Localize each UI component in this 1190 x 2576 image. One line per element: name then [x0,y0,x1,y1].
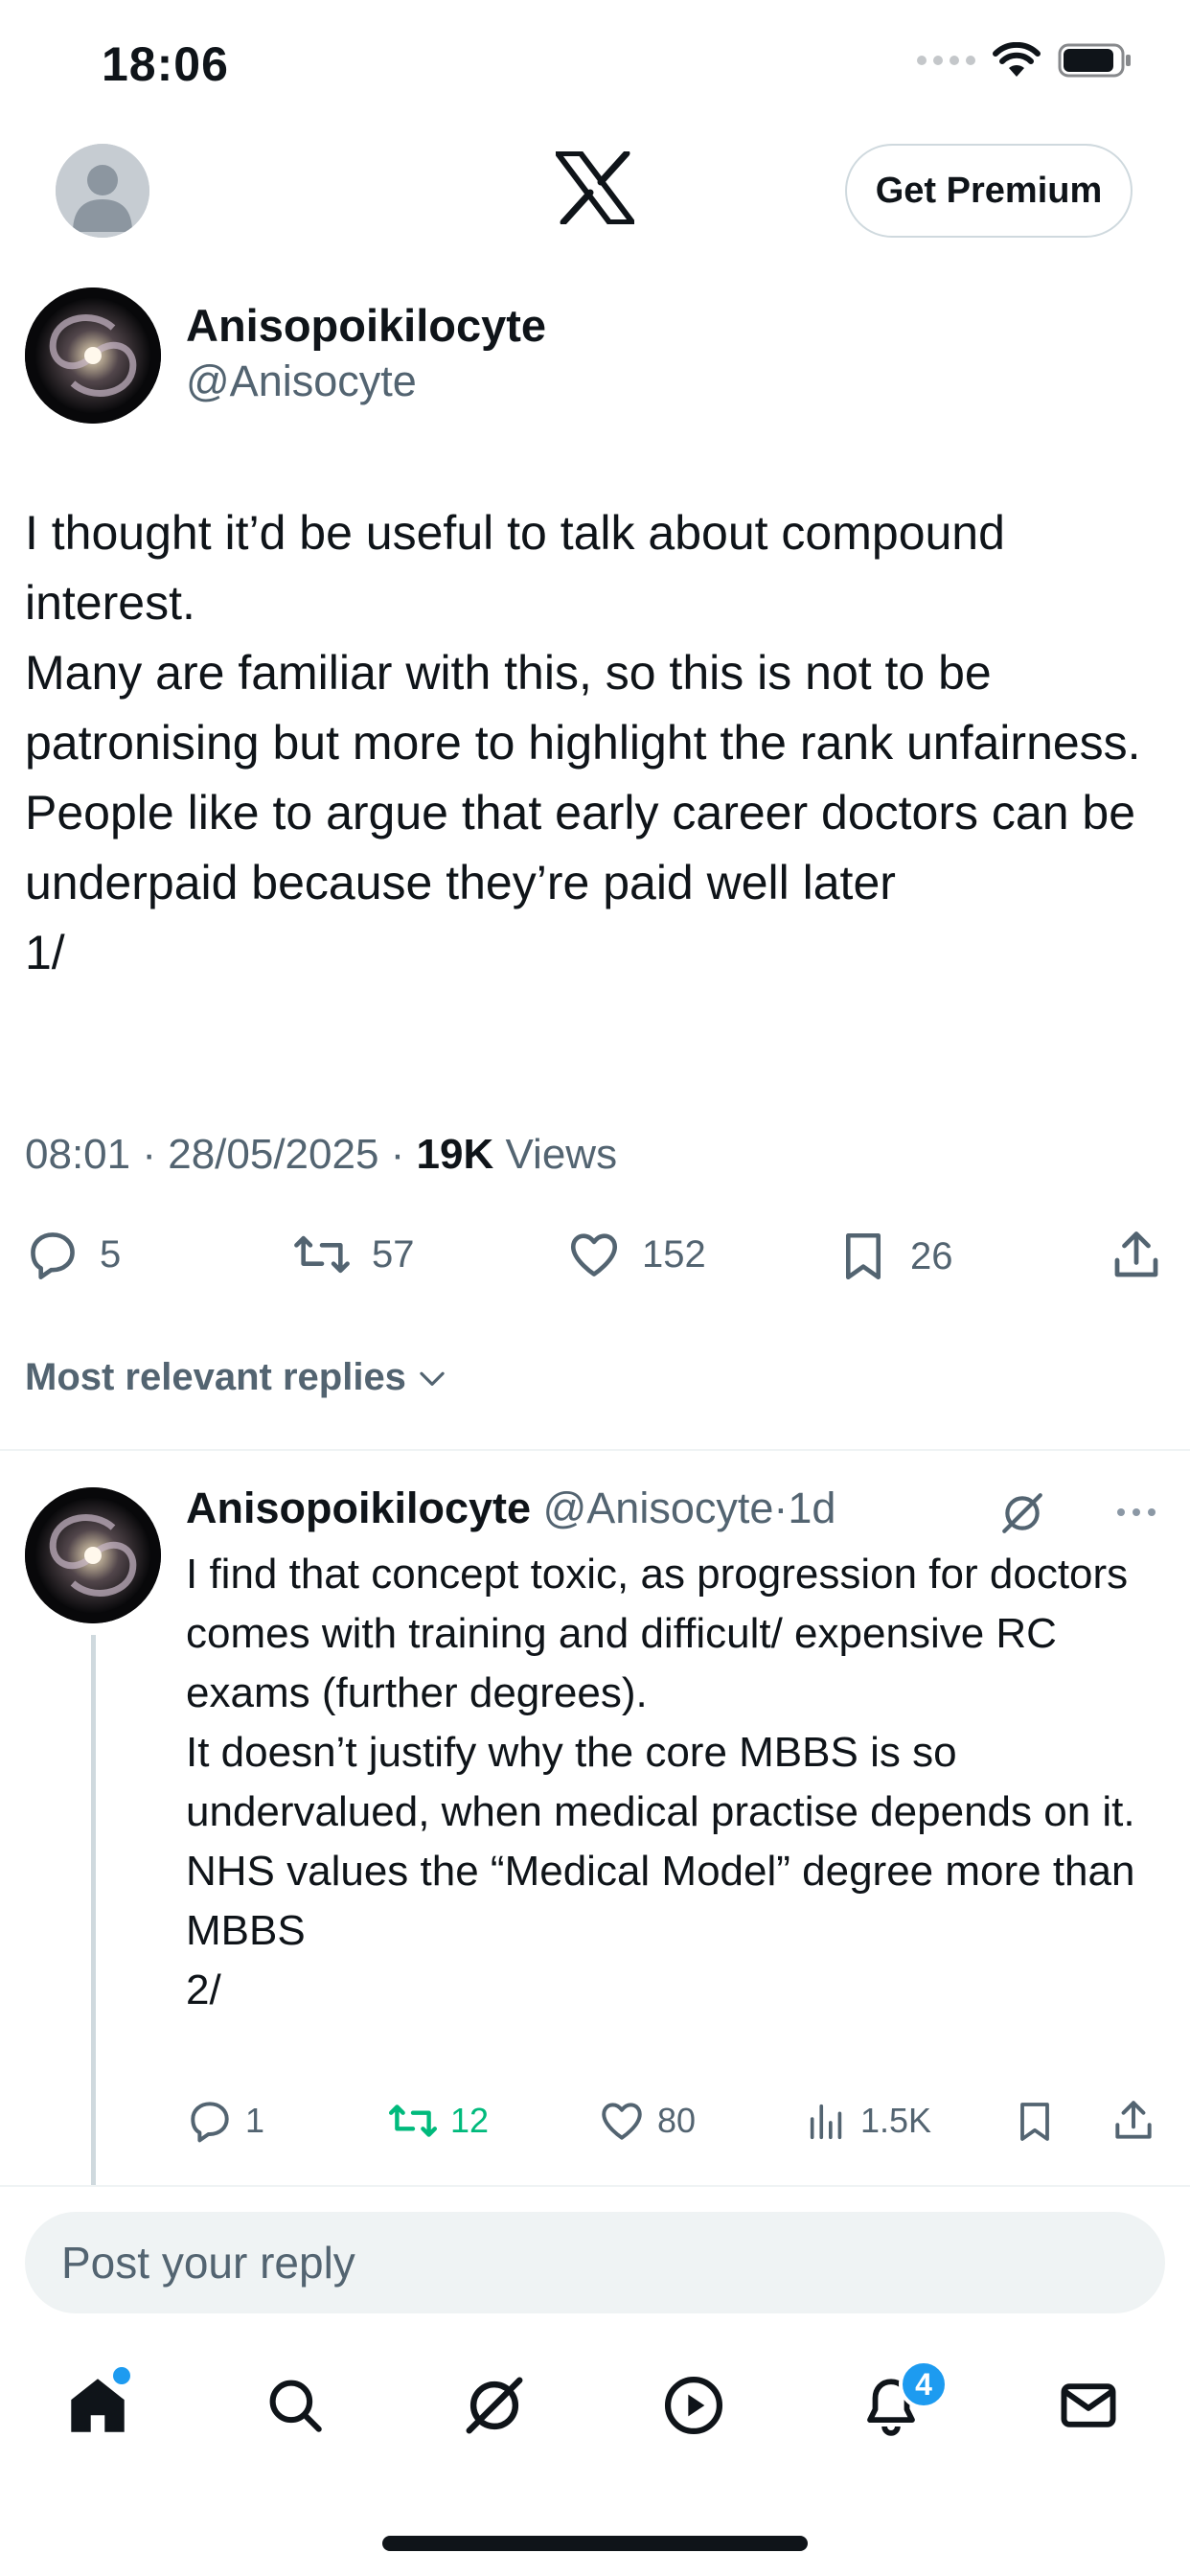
wifi-icon [993,42,1041,77]
video-icon [664,2376,723,2435]
reply-like-count: 80 [657,2101,697,2140]
author-name[interactable]: Anisopoikilocyte [186,299,546,352]
author-avatar[interactable] [25,288,161,424]
bottom-tab-bar: 4 [0,2338,1190,2472]
author-handle[interactable]: @Anisocyte [186,356,417,406]
reply-tweet[interactable]: Anisopoikilocyte @Anisocyte·1d I find th… [0,1457,1190,2185]
tab-video[interactable] [655,2367,732,2444]
profile-avatar[interactable] [56,144,149,238]
reply-views-button[interactable]: 1.5K [805,2097,931,2145]
top-navigation: Get Premium [0,134,1190,249]
home-unread-dot [113,2367,130,2384]
views-count: 19K [416,1131,494,1178]
reply-author-handle[interactable]: @Anisocyte [543,1484,774,1532]
bookmark-button[interactable]: 26 [835,1227,953,1286]
reply-reply-button[interactable]: 1 [186,2097,264,2145]
status-bar: 18:06 [0,0,1190,134]
divider [0,1449,1190,1451]
status-icons [917,42,1133,79]
tab-search[interactable] [257,2367,333,2444]
reply-age[interactable]: 1d [788,1484,835,1532]
reply-share-button[interactable] [1110,2097,1157,2145]
more-options-icon[interactable] [1115,1506,1157,1518]
reply-header: Anisopoikilocyte @Anisocyte·1d [186,1484,835,1533]
reply-repost-count: 12 [450,2101,490,2140]
tweet-meta: 08:01 · 28/05/2025 · 19K Views [25,1131,617,1179]
get-premium-button[interactable]: Get Premium [845,144,1133,238]
reply-author-name[interactable]: Anisopoikilocyte [186,1484,531,1532]
share-icon [1114,1231,1158,1277]
notification-count-badge: 4 [899,2359,949,2409]
messages-icon [1061,2383,1116,2427]
tab-grok[interactable] [456,2367,533,2444]
divider [0,2185,1190,2187]
replies-sort-dropdown[interactable]: Most relevant replies [25,1356,450,1399]
galaxy-avatar-image [25,288,161,424]
status-time: 18:06 [102,37,229,91]
reply-author-avatar[interactable] [25,1487,161,1623]
reply-reply-count: 1 [245,2101,265,2140]
tweet-time[interactable]: 08:01 [25,1131,130,1178]
thread-line [91,1635,96,2185]
tweet-author[interactable]: Anisopoikilocyte @Anisocyte [25,288,1165,431]
views-chart-icon [810,2104,842,2140]
heart-icon [602,2103,642,2140]
reply-count: 5 [100,1232,122,1276]
reply-composer-input[interactable]: Post your reply [25,2212,1165,2313]
like-count: 152 [642,1232,706,1276]
reply-views-count: 1.5K [860,2101,932,2140]
reply-button[interactable]: 5 [25,1227,121,1282]
grok-icon[interactable] [998,1489,1046,1537]
battery-icon [1058,43,1131,78]
repost-count: 57 [372,1232,415,1276]
grok-icon [466,2377,523,2434]
cellular-signal-icon [917,56,975,65]
default-avatar-icon [56,144,149,238]
bookmark-icon [845,1232,881,1280]
repost-button[interactable]: 57 [291,1227,415,1282]
meta-separator: · [130,1131,169,1178]
heart-icon [570,1233,618,1276]
repost-icon [388,2104,438,2137]
x-logo-icon [556,151,634,224]
replies-sort-label: Most relevant replies [25,1356,406,1398]
views-label: Views [505,1131,618,1178]
galaxy-avatar-image [25,1487,161,1623]
meta-separator: · [378,1131,417,1178]
meta-separator: · [773,1484,789,1532]
reply-like-button[interactable]: 80 [598,2097,696,2145]
tweet-text: I thought it’d be useful to talk about c… [25,506,1141,979]
share-button[interactable] [1108,1227,1165,1284]
reply-repost-button[interactable]: 12 [387,2097,489,2145]
chevron-down-icon [420,1371,445,1386]
bookmark-icon [1020,2103,1049,2141]
tab-messages[interactable] [1050,2367,1127,2444]
search-icon [269,2380,322,2432]
share-icon [1115,2101,1152,2139]
tweet-actions: 5 57 152 26 [25,1227,1165,1294]
reply-icon [191,2102,229,2143]
like-button[interactable]: 152 [565,1227,706,1282]
repost-icon [294,1235,350,1274]
bookmark-count: 26 [910,1234,953,1277]
tweet-date[interactable]: 28/05/2025 [168,1131,378,1178]
home-indicator [382,2536,808,2551]
reply-icon [31,1232,75,1279]
reply-bookmark-button[interactable] [1012,2097,1058,2147]
reply-actions: 1 12 80 1.5K [186,2097,1163,2154]
reply-text: I find that concept toxic, as progressio… [186,1551,1135,2013]
